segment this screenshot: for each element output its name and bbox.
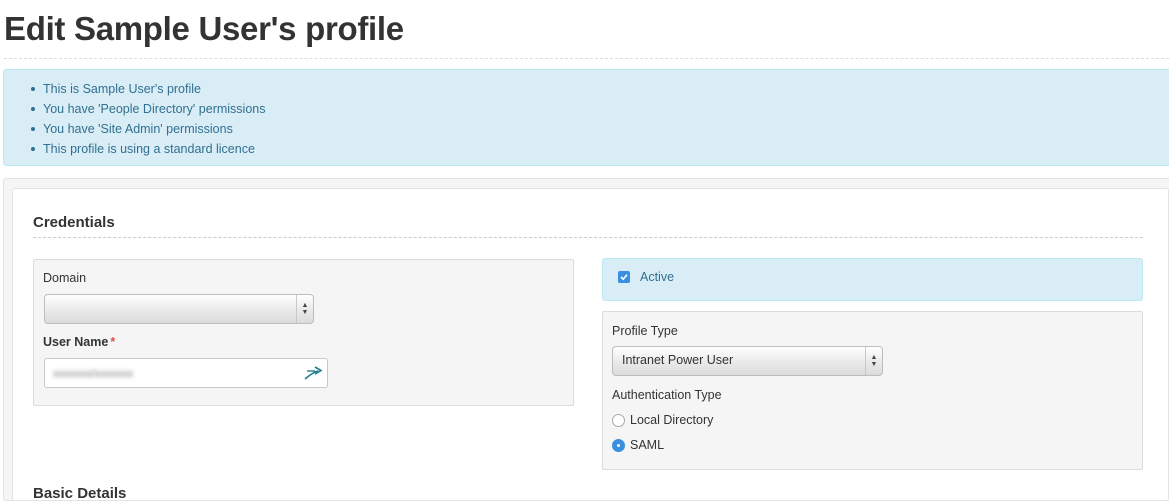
required-marker: * — [110, 335, 116, 349]
info-item: You have 'People Directory' permissions — [31, 100, 265, 120]
bullet-icon — [31, 127, 35, 131]
basic-details-heading: Basic Details — [33, 485, 127, 502]
info-item: This is Sample User's profile — [31, 80, 265, 100]
active-checkbox[interactable] — [618, 271, 630, 283]
radio-local-directory-label[interactable]: Local Directory — [630, 413, 713, 427]
profile-type-value: Intranet Power User — [622, 353, 734, 367]
active-label: Active — [640, 270, 675, 284]
radio-saml-label[interactable]: SAML — [630, 438, 664, 452]
radio-local-directory[interactable] — [612, 414, 625, 427]
credentials-heading: Credentials — [33, 214, 115, 231]
auth-type-label: Authentication Type — [612, 388, 722, 402]
bullet-icon — [31, 107, 35, 111]
info-item: You have 'Site Admin' permissions — [31, 120, 265, 140]
title-divider — [4, 58, 1169, 59]
credentials-divider — [33, 237, 1143, 238]
bullet-icon — [31, 147, 35, 151]
radio-saml[interactable] — [612, 439, 625, 452]
bullet-icon — [31, 87, 35, 91]
profile-type-select[interactable]: Intranet Power User ▲ ▼ — [612, 346, 883, 376]
profile-info-list: This is Sample User's profile You have '… — [4, 80, 265, 160]
profile-type-label: Profile Type — [612, 324, 678, 338]
domain-select[interactable]: ▲ ▼ — [44, 294, 314, 324]
select-arrows-icon: ▲ ▼ — [296, 295, 313, 323]
username-input[interactable]: xxxxxxx/xxxxxxx — [44, 358, 328, 388]
credentials-left-well: Domain ▲ ▼ User Name * xxxxxxx/xxxxxxx — [33, 259, 574, 406]
profile-info-alert: This is Sample User's profile You have '… — [3, 69, 1169, 166]
page-title: Edit Sample User's profile — [4, 10, 404, 47]
username-value: xxxxxxx/xxxxxxx — [53, 368, 134, 380]
info-item: This profile is using a standard licence — [31, 140, 265, 160]
select-arrows-icon: ▲ ▼ — [865, 347, 882, 375]
domain-label: Domain — [43, 271, 87, 285]
arrow-sign-in-icon[interactable] — [303, 364, 323, 385]
active-toggle-box: Active — [602, 258, 1143, 301]
username-label: User Name * — [43, 335, 116, 349]
credentials-right-well: Profile Type Intranet Power User ▲ ▼ Auth… — [602, 311, 1143, 470]
